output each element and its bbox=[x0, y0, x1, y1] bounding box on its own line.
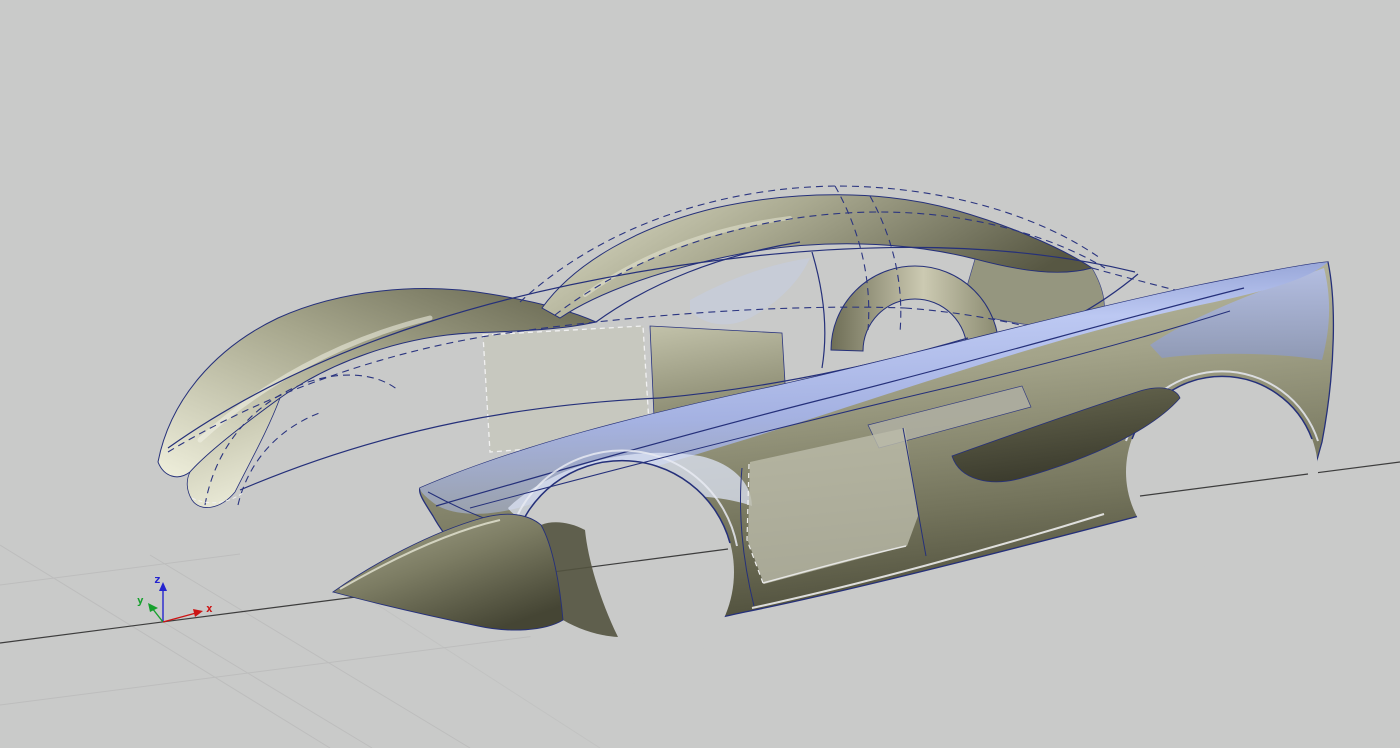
z-axis-label: z bbox=[154, 573, 161, 586]
viewport-canvas[interactable]: z y x bbox=[0, 0, 1400, 748]
y-axis-label: y bbox=[137, 594, 144, 607]
viewport-3d[interactable]: z y x bbox=[0, 0, 1400, 748]
x-axis-label: x bbox=[206, 602, 213, 615]
